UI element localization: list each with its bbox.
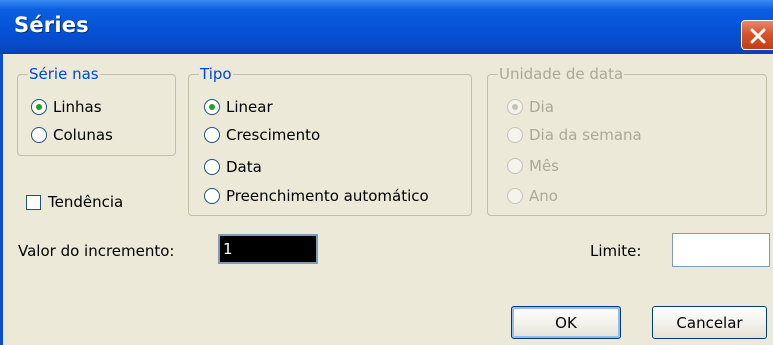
- radio-dia-da-semana-label: Dia da semana: [529, 126, 642, 144]
- incremento-label: Valor do incremento:: [18, 242, 175, 260]
- title-bar[interactable]: Séries: [0, 0, 773, 54]
- radio-crescimento-label: Crescimento: [226, 126, 321, 144]
- ok-button[interactable]: OK: [511, 306, 621, 339]
- radio-ano-circle: [507, 188, 523, 204]
- radio-dia-da-semana: Dia da semana: [507, 125, 642, 145]
- tendencia-label: Tendência: [48, 193, 124, 211]
- tendencia-checkbox[interactable]: Tendência: [26, 193, 123, 211]
- radio-mes-label: Mês: [529, 157, 559, 175]
- radio-data[interactable]: Data: [204, 157, 262, 177]
- radio-dia: Dia: [507, 97, 554, 117]
- radio-dia-da-semana-circle: [507, 127, 523, 143]
- radio-linear-label: Linear: [226, 98, 273, 116]
- radio-linhas-circle[interactable]: [31, 99, 47, 115]
- radio-colunas-label: Colunas: [53, 126, 113, 144]
- radio-data-label: Data: [226, 158, 262, 176]
- radio-linhas[interactable]: Linhas: [31, 97, 102, 117]
- radio-dia-label: Dia: [529, 98, 554, 116]
- window-frame: [0, 54, 3, 345]
- radio-crescimento[interactable]: Crescimento: [204, 125, 320, 145]
- incremento-input[interactable]: 1: [218, 234, 318, 264]
- radio-ano-label: Ano: [529, 187, 558, 205]
- limite-input[interactable]: [672, 233, 770, 267]
- radio-linhas-label: Linhas: [53, 98, 102, 116]
- close-icon: [750, 28, 766, 44]
- radio-preenchimento[interactable]: Preenchimento automático: [204, 186, 429, 206]
- radio-linear[interactable]: Linear: [204, 97, 273, 117]
- radio-mes-circle: [507, 158, 523, 174]
- radio-preenchimento-label: Preenchimento automático: [226, 187, 429, 205]
- radio-crescimento-circle[interactable]: [204, 127, 220, 143]
- radio-data-circle[interactable]: [204, 159, 220, 175]
- radio-colunas[interactable]: Colunas: [31, 125, 113, 145]
- series-dialog: Séries Série nas Linhas Colunas Tipo Lin…: [0, 0, 773, 345]
- radio-ano: Ano: [507, 186, 558, 206]
- radio-colunas-circle[interactable]: [31, 127, 47, 143]
- tipo-legend: Tipo: [199, 64, 233, 84]
- dialog-title: Séries: [14, 13, 89, 37]
- incremento-value: 1: [223, 240, 233, 258]
- radio-preenchimento-circle[interactable]: [204, 188, 220, 204]
- radio-mes: Mês: [507, 156, 559, 176]
- tendencia-checkbox-box[interactable]: [26, 194, 41, 210]
- cancel-button[interactable]: Cancelar: [652, 306, 767, 339]
- unidade-de-data-legend: Unidade de data: [498, 64, 625, 84]
- close-button[interactable]: [741, 20, 773, 50]
- serie-nas-legend: Série nas: [28, 64, 100, 84]
- radio-linear-circle[interactable]: [204, 99, 220, 115]
- limite-label: Limite:: [590, 242, 642, 260]
- radio-dia-circle: [507, 99, 523, 115]
